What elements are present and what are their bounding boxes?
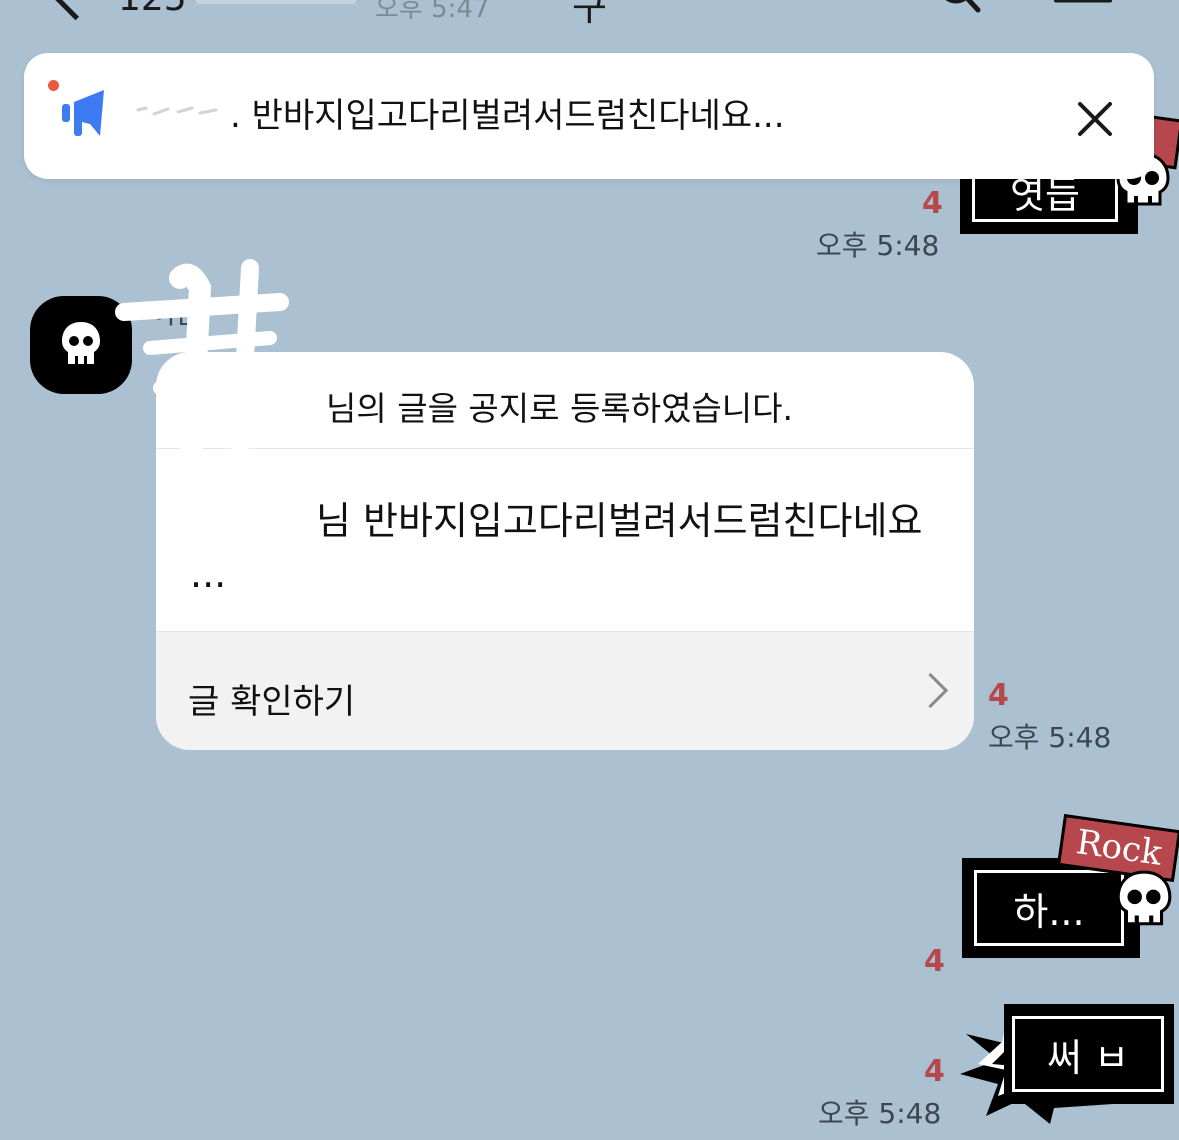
chevron-right-icon <box>912 672 949 709</box>
card-body-text: 님 반바지입고다리벌려서드럼친다네요 <box>316 499 923 543</box>
blurred-region <box>196 0 356 4</box>
redaction-scribble <box>115 259 289 489</box>
sticker-text: 써 ㅂ <box>1012 1016 1164 1092</box>
new-dot <box>48 80 59 91</box>
banner-text: . 반바지입고다리벌려서드럼친다네요... <box>230 96 785 136</box>
message-time: 오후 5:48 <box>988 721 1112 754</box>
unread-count: 4 <box>924 1054 945 1089</box>
redaction <box>196 388 312 422</box>
header-time: 오후 5:47 <box>375 0 490 24</box>
message-time: 오후 5:48 <box>816 229 940 262</box>
search-icon[interactable] <box>938 0 982 16</box>
chat-title: 구 <box>572 0 607 29</box>
card-ellipsis: ... <box>190 552 227 596</box>
view-post-label: 글 확인하기 <box>188 682 356 722</box>
blurred-name <box>136 106 218 116</box>
unread-count: 4 <box>922 186 943 221</box>
back-arrow-icon[interactable] <box>50 0 101 21</box>
redaction <box>196 486 278 534</box>
close-icon[interactable] <box>1072 96 1118 142</box>
unread-count: 4 <box>988 678 1009 713</box>
skull-icon <box>1116 870 1172 926</box>
message-time: 오후 5:48 <box>818 1097 942 1130</box>
view-post-button[interactable]: 글 확인하기 <box>156 631 974 750</box>
menu-icon[interactable] <box>1054 0 1112 8</box>
sticker-text: 하... <box>974 870 1124 946</box>
card-header-text: 님의 글을 공지로 등록하였습니다. <box>326 389 793 428</box>
skull-icon <box>62 322 100 364</box>
unread-count: 4 <box>924 944 945 979</box>
sticker-bubble[interactable]: 써 ㅂ <box>1004 1004 1174 1104</box>
megaphone-icon <box>62 90 104 136</box>
chat-member-count: 125 <box>118 0 187 19</box>
